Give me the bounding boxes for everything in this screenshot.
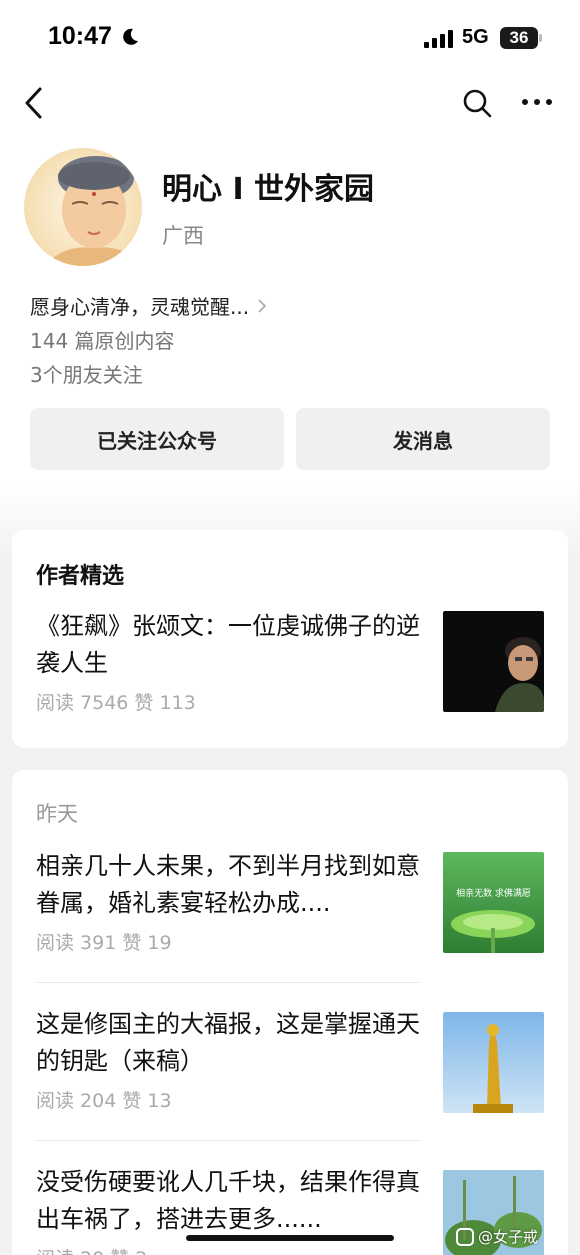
article-thumbnail — [443, 1012, 544, 1113]
chevron-right-icon — [258, 298, 267, 313]
divider — [36, 982, 420, 983]
signal-icon — [424, 30, 453, 48]
avatar[interactable] — [24, 148, 142, 266]
network-type: 5G — [462, 26, 489, 48]
article-item[interactable]: 这是修国主的大福报，这是掌握通天的钥匙（来稿） 阅读 204 赞 13 — [36, 1006, 544, 1116]
article-meta: 阅读 7546 赞 113 — [36, 692, 196, 714]
original-count[interactable]: 144 篇原创内容 — [30, 325, 175, 354]
friends-following[interactable]: 3个朋友关注 — [30, 359, 143, 388]
article-meta: 阅读 391 赞 19 — [36, 932, 172, 954]
divider — [36, 1140, 420, 1141]
moon-icon — [123, 28, 138, 45]
account-region: 广西 — [162, 224, 204, 248]
back-icon[interactable] — [22, 86, 46, 120]
thumbnail-caption: 相亲无数 求佛满愿 — [456, 889, 531, 899]
article-title: 没受伤硬要讹人几千块，结果作得真出车祸了，搭进去更多...... — [36, 1168, 420, 1233]
section-title: 昨天 — [36, 802, 78, 826]
account-name: 明心 I 世外家园 — [162, 172, 375, 207]
article-thumbnail: 相亲无数 求佛满愿 — [443, 852, 544, 953]
article-item[interactable]: 相亲几十人未果，不到半月找到如意眷属，婚礼素宴轻松办成.... 阅读 391 赞… — [36, 848, 544, 958]
account-bio[interactable]: 愿身心清净，灵魂觉醒... — [30, 291, 267, 320]
watermark-text: @女子戒 — [478, 1228, 539, 1246]
search-icon[interactable] — [462, 88, 492, 118]
featured-section: 作者精选 《狂飙》张颂文：一位虔诚佛子的逆袭人生 阅读 7546 赞 113 — [12, 530, 568, 748]
status-time: 10:47 — [48, 22, 112, 50]
battery-indicator: 36 — [500, 27, 538, 49]
article-title: 这是修国主的大福报，这是掌握通天的钥匙（来稿） — [36, 1010, 420, 1075]
recent-section: 昨天 相亲几十人未果，不到半月找到如意眷属，婚礼素宴轻松办成.... 阅读 39… — [12, 770, 568, 1255]
more-icon[interactable] — [520, 90, 554, 114]
featured-article[interactable]: 《狂飙》张颂文：一位虔诚佛子的逆袭人生 阅读 7546 赞 113 — [36, 608, 544, 718]
send-message-button[interactable]: 发消息 — [296, 408, 550, 470]
section-title: 作者精选 — [36, 564, 125, 589]
battery-tip — [539, 34, 542, 42]
followed-button[interactable]: 已关注公众号 — [30, 408, 284, 470]
home-indicator — [186, 1235, 394, 1241]
article-thumbnail — [443, 611, 544, 712]
article-meta: 阅读 20 赞 2 — [36, 1244, 147, 1255]
watermark: @女子戒 — [456, 1226, 538, 1247]
watermark-icon — [456, 1227, 474, 1246]
article-title: 相亲几十人未果，不到半月找到如意眷属，婚礼素宴轻松办成.... — [36, 852, 420, 917]
article-title: 《狂飙》张颂文：一位虔诚佛子的逆袭人生 — [36, 612, 420, 677]
bio-text: 愿身心清净，灵魂觉醒... — [30, 295, 250, 319]
article-meta: 阅读 204 赞 13 — [36, 1090, 172, 1112]
status-bar: 10:47 5G 36 — [0, 0, 580, 76]
